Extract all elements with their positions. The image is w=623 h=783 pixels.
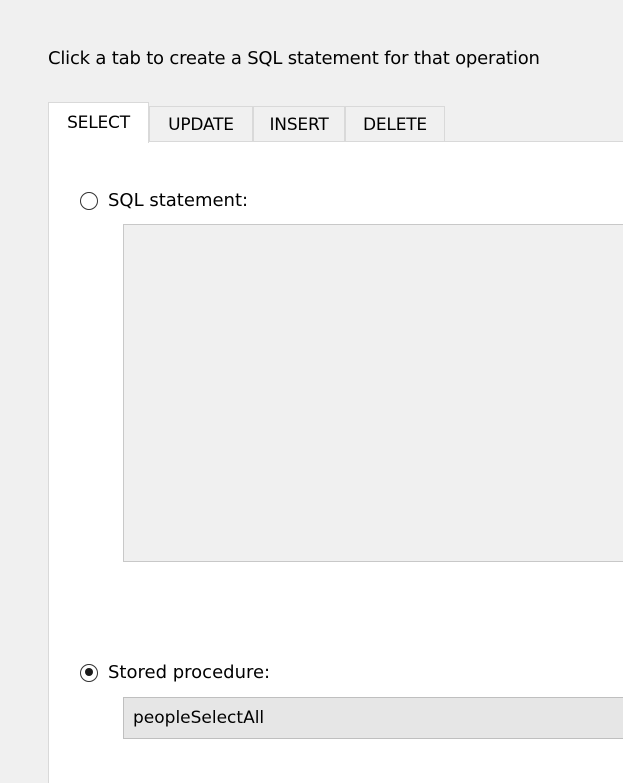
operation-tabs: SELECT UPDATE INSERT DELETE	[48, 102, 623, 143]
stored-procedure-radio[interactable]	[80, 663, 98, 682]
tab-delete-label: DELETE	[363, 114, 427, 135]
sql-statement-option[interactable]: SQL statement:	[80, 190, 248, 211]
select-tab-panel: SQL statement: Stored procedure: peopleS…	[48, 141, 623, 783]
stored-procedure-dropdown[interactable]: peopleSelectAll	[123, 697, 623, 739]
tab-update[interactable]: UPDATE	[149, 106, 253, 142]
sql-statement-textarea[interactable]	[123, 224, 623, 562]
stored-procedure-value: peopleSelectAll	[133, 708, 265, 728]
tab-insert[interactable]: INSERT	[253, 106, 345, 142]
tab-select-label: SELECT	[67, 113, 130, 133]
tab-update-label: UPDATE	[168, 114, 234, 135]
tab-delete[interactable]: DELETE	[345, 106, 445, 142]
sql-statement-radio[interactable]	[80, 191, 98, 210]
sql-statement-label: SQL statement:	[108, 190, 249, 211]
stored-procedure-option[interactable]: Stored procedure:	[80, 662, 270, 683]
instruction-text: Click a tab to create a SQL statement fo…	[48, 48, 540, 69]
tab-insert-label: INSERT	[269, 114, 329, 135]
tab-select[interactable]: SELECT	[48, 102, 149, 143]
stored-procedure-label: Stored procedure:	[108, 662, 271, 683]
